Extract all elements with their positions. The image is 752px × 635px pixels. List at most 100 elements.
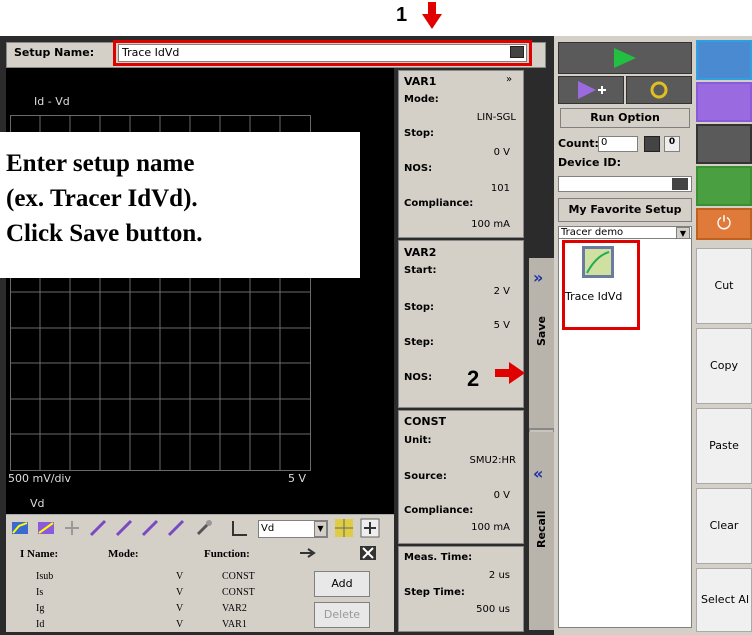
pointer-icon[interactable] [298,546,318,560]
col-header-function: Function: [204,548,250,560]
step-marker-1: 1 [396,4,408,26]
graph-title: Id - Vd [34,95,70,108]
cut-button[interactable]: Cut [696,248,752,324]
var1-stop-value[interactable]: 0 V [430,147,510,158]
note-line-1: Enter setup name [6,150,195,177]
row-function[interactable]: CONST [222,571,255,582]
row-function[interactable]: CONST [222,587,255,598]
row-name: Ig [36,603,45,614]
keyboard-icon[interactable] [672,178,688,190]
meas-time-value[interactable]: 2 us [430,570,510,581]
setup-name-label: Setup Name: [14,46,95,59]
x-axis-label: Vd [30,497,45,510]
run-option-button[interactable]: Run Option [560,108,690,128]
row-name: Isub [36,571,54,582]
instruction-banner [0,0,752,36]
play-append-icon [578,81,606,99]
var2-start-label: Start: [404,265,437,276]
note-line-3: Click Save button. [6,220,203,247]
var2-stop-label: Stop: [404,302,435,313]
const-source-value[interactable]: 0 V [430,490,510,501]
var1-nos-label: NOS: [404,163,433,174]
right-arrow-icon [495,362,525,384]
var2-stop-value[interactable]: 5 V [430,320,510,331]
count-input[interactable]: 0 [598,136,638,152]
const-compliance-label: Compliance: [404,505,474,516]
const-unit-value[interactable]: SMU2:HR [430,455,517,466]
tools-icon[interactable] [194,518,214,538]
var1-stop-label: Stop: [404,128,435,139]
clear-button[interactable]: Clear [696,488,752,564]
copy-button[interactable]: Copy [696,328,752,404]
col-header-name: I Name: [20,548,59,560]
spreadsheet-icon[interactable] [696,166,752,206]
highlight-box-setup [562,240,640,330]
var1-title: VAR1 [404,75,437,88]
device-id-label: Device ID: [558,156,621,169]
keypad-icon[interactable] [644,136,660,152]
power-icon[interactable]: ⏻ [696,208,752,240]
lin-scale-icon[interactable] [334,518,354,538]
var1-mode-label: Mode: [404,94,439,105]
expand-right-icon[interactable]: » [533,268,543,287]
search-icon[interactable] [696,82,752,122]
step-time-value[interactable]: 500 us [430,604,510,615]
var2-step-label: Step: [404,337,434,348]
add-marker-icon[interactable] [360,518,380,538]
paste-button[interactable]: Paste [696,408,752,484]
line2-icon[interactable] [114,518,134,538]
add-button[interactable]: Add [314,571,370,597]
var2-start-value[interactable]: 2 V [430,286,510,297]
autoscale-icon[interactable] [10,518,30,538]
down-arrow-icon [422,2,442,29]
note-line-2: (ex. Tracer IdVd). [6,185,198,212]
favorite-setup-button[interactable]: My Favorite Setup [558,198,692,222]
var1-compliance-value[interactable]: 100 mA [430,219,510,230]
row-mode[interactable]: V [176,587,183,598]
row-name: Is [36,587,44,598]
const-title: CONST [404,415,447,428]
x-axis-max: 5 V [288,472,307,485]
recall-tab-label[interactable]: Recall [535,511,548,548]
row-mode[interactable]: V [176,571,183,582]
var2-nos-label: NOS: [404,372,433,383]
graph-view-icon[interactable] [696,40,752,80]
reset-count-button[interactable]: 0 [664,136,680,152]
line1-icon[interactable] [88,518,108,538]
chevron-down-icon[interactable]: ▼ [314,521,327,537]
const-unit-label: Unit: [404,435,432,446]
delete-button[interactable]: Delete [314,602,370,628]
col-header-mode: Mode: [108,548,139,560]
row-function[interactable]: VAR1 [222,619,247,630]
cursor-icon[interactable] [62,518,82,538]
collapse-left-icon[interactable]: « [533,464,543,483]
row-function[interactable]: VAR2 [222,603,247,614]
const-compliance-value[interactable]: 100 mA [430,522,510,533]
meas-time-label: Meas. Time: [404,552,473,563]
count-label: Count: [558,137,599,150]
monitor-icon[interactable] [696,124,752,164]
save-tab-label[interactable]: Save [535,316,548,346]
close-x-icon[interactable] [360,546,376,560]
play-icon [614,48,636,68]
row-mode[interactable]: V [176,619,183,630]
step-time-label: Step Time: [404,587,465,598]
row-mode[interactable]: V [176,603,183,614]
row-name: Id [36,619,45,630]
step-marker-2: 2 [467,366,480,391]
const-source-label: Source: [404,471,447,482]
select-all-button[interactable]: Select Al [696,568,752,632]
highlight-box-name [113,40,532,66]
line4-icon[interactable] [166,518,186,538]
x-axis-scale: 500 mV/div [8,472,71,485]
var1-nos-value[interactable]: 101 [430,183,510,194]
chevron-down-icon[interactable]: » [506,74,512,85]
axis-select-icon[interactable] [230,518,250,538]
fit-icon[interactable] [36,518,56,538]
instruction-note: Enter setup name (ex. Tracer IdVd). Clic… [0,132,360,278]
line3-icon[interactable] [140,518,160,538]
repeat-icon [650,81,668,99]
var2-title: VAR2 [404,246,437,259]
var1-mode-value[interactable]: LIN-SGL [430,112,516,123]
var1-compliance-label: Compliance: [404,198,474,209]
